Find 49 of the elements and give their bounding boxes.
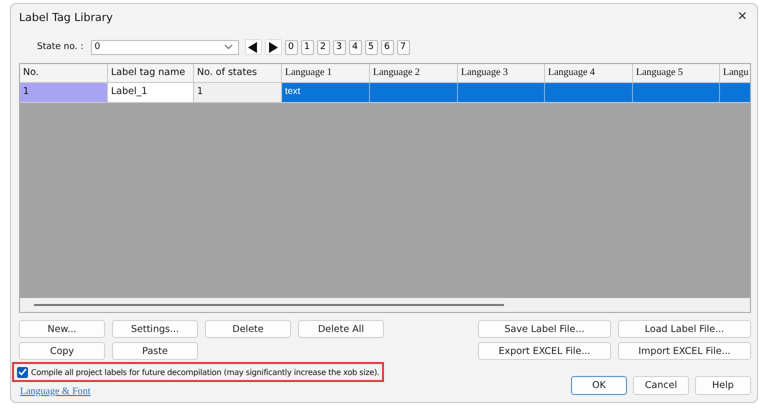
left-triangle-icon bbox=[248, 42, 258, 52]
previous-button[interactable] bbox=[244, 39, 262, 55]
column-header[interactable]: No. bbox=[20, 64, 108, 83]
file-button[interactable]: Save Label File... bbox=[478, 320, 611, 338]
state-number-button[interactable]: 3 bbox=[332, 40, 346, 54]
file-button[interactable]: Export EXCEL File... bbox=[478, 342, 611, 360]
state-number-button[interactable]: 6 bbox=[380, 40, 394, 54]
state-label: State no. : bbox=[37, 42, 84, 52]
scrollbar-thumb[interactable] bbox=[34, 304, 504, 306]
checkbox[interactable] bbox=[17, 366, 28, 378]
action-button[interactable]: Copy bbox=[19, 342, 105, 360]
file-button[interactable]: Load Label File... bbox=[618, 320, 751, 338]
table-cell: text bbox=[282, 83, 370, 103]
action-button[interactable]: Settings... bbox=[112, 320, 198, 338]
state-number-button[interactable]: 5 bbox=[364, 40, 378, 54]
table-row[interactable]: 1 Label_1 1 text bbox=[20, 83, 750, 103]
action-button[interactable]: New... bbox=[19, 320, 105, 338]
column-header[interactable]: Language 5 bbox=[633, 64, 720, 83]
action-button[interactable]: Delete bbox=[205, 320, 291, 338]
action-button[interactable]: Delete All bbox=[298, 320, 384, 338]
language-font-link[interactable]: Language & Font bbox=[20, 386, 91, 397]
table-cell: Label_1 bbox=[108, 83, 194, 103]
file-button[interactable]: Import EXCEL File... bbox=[618, 342, 751, 360]
dialog-button[interactable]: OK bbox=[571, 376, 627, 395]
dialog-button[interactable]: Cancel bbox=[633, 376, 689, 395]
table-cell: 1 bbox=[20, 83, 108, 103]
state-dropdown[interactable]: 0 bbox=[90, 40, 238, 54]
column-header[interactable]: Language 1 bbox=[282, 64, 370, 83]
table-cell: 1 bbox=[194, 83, 282, 103]
right-triangle-icon bbox=[268, 42, 278, 52]
checkbox-label: Compile all project labels for future decompilation (may significantly increase the xob size). bbox=[31, 368, 380, 376]
column-header[interactable]: Langu bbox=[720, 64, 750, 83]
column-header[interactable]: Language 3 bbox=[458, 64, 545, 83]
window-title: Label Tag Library bbox=[19, 10, 113, 24]
state-number-button[interactable]: 1 bbox=[300, 40, 314, 54]
column-header[interactable]: Language 2 bbox=[370, 64, 458, 83]
state-number-button[interactable]: 0 bbox=[284, 40, 298, 54]
next-button[interactable] bbox=[264, 39, 282, 55]
state-number-button[interactable]: 2 bbox=[316, 40, 330, 54]
table-cell bbox=[720, 83, 750, 103]
dialog-button[interactable]: Help bbox=[695, 376, 751, 395]
chevron-icon bbox=[224, 44, 232, 50]
column-header[interactable]: Label tag name bbox=[108, 64, 194, 83]
close-button[interactable]: × bbox=[736, 8, 749, 26]
column-header[interactable]: Language 4 bbox=[545, 64, 633, 83]
state-number-button[interactable]: 7 bbox=[396, 40, 410, 54]
action-button[interactable]: Paste bbox=[112, 342, 198, 360]
state-number-button[interactable]: 4 bbox=[348, 40, 362, 54]
column-header[interactable]: No. of states bbox=[194, 64, 282, 83]
